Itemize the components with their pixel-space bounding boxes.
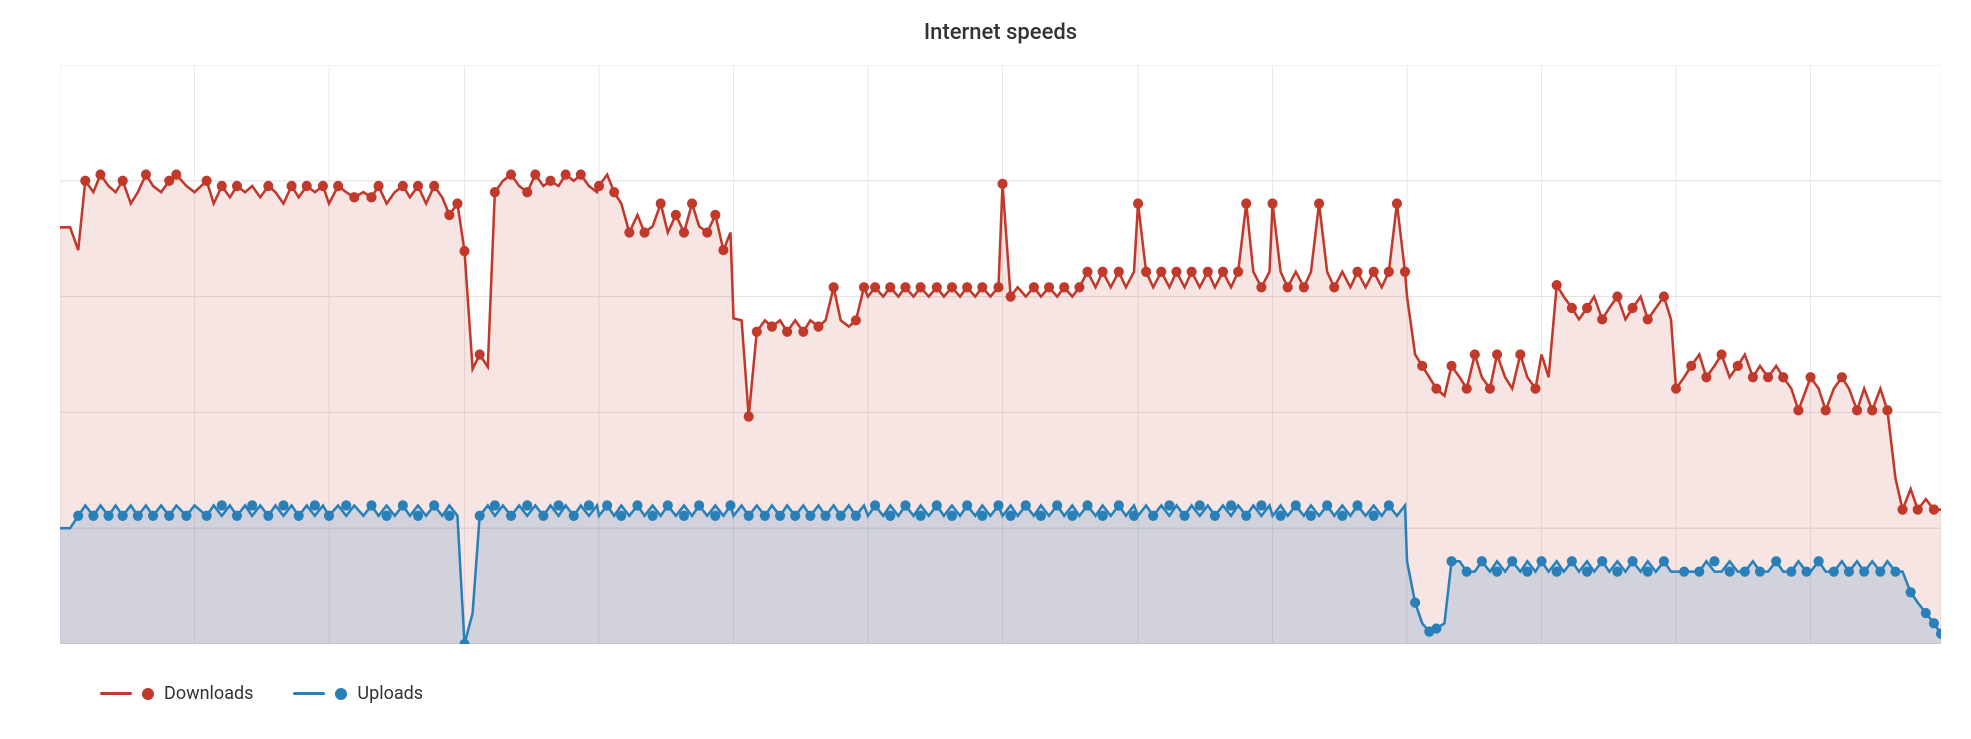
chart-area: 0 25 50 75 100 125 04/16 04/17 04/18 04/… <box>60 65 1941 644</box>
chart-title: Internet speeds <box>60 20 1941 45</box>
chart-legend: Downloads Uploads <box>100 683 423 704</box>
uploads-legend-line <box>293 692 325 695</box>
legend-downloads: Downloads <box>100 683 253 704</box>
legend-uploads: Uploads <box>293 683 423 704</box>
downloads-legend-line <box>100 692 132 695</box>
chart-container: Internet speeds 0 25 50 75 100 125 04/16… <box>0 0 1971 739</box>
chart-svg: 0 25 50 75 100 125 04/16 04/17 04/18 04/… <box>60 65 1941 644</box>
downloads-legend-dot <box>142 688 154 700</box>
uploads-legend-label: Uploads <box>357 683 423 704</box>
uploads-legend-dot <box>335 688 347 700</box>
downloads-legend-label: Downloads <box>164 683 253 704</box>
